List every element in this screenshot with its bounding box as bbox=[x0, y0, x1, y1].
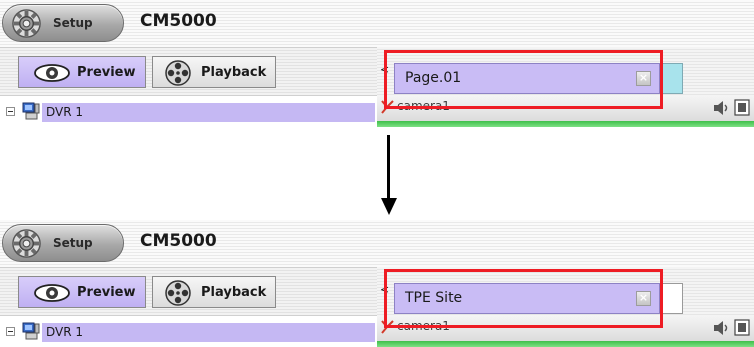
next-page-tab[interactable] bbox=[661, 63, 683, 94]
preview-button[interactable]: Preview bbox=[18, 56, 146, 88]
next-page-tab[interactable] bbox=[661, 283, 683, 314]
eye-icon bbox=[34, 64, 70, 82]
playback-button[interactable]: Playback bbox=[152, 56, 276, 88]
title-bar: Setup CM5000 bbox=[0, 0, 754, 47]
setup-button[interactable]: Setup bbox=[2, 224, 124, 262]
highlight-box bbox=[384, 269, 663, 328]
gear-icon bbox=[12, 9, 41, 38]
tree-item-dvr-1[interactable]: DVR 1 bbox=[42, 103, 375, 122]
preview-label: Preview bbox=[77, 285, 136, 300]
preview-label: Preview bbox=[77, 65, 136, 80]
film-reel-icon bbox=[165, 280, 191, 306]
tree-collapse-toggle[interactable] bbox=[6, 327, 15, 336]
film-reel-icon bbox=[165, 60, 191, 86]
highlight-box bbox=[384, 50, 663, 109]
mode-toolbar: Preview Playback bbox=[0, 267, 377, 315]
tree-item-label: DVR 1 bbox=[46, 325, 84, 339]
eye-icon bbox=[34, 284, 70, 302]
setup-label: Setup bbox=[53, 16, 93, 30]
preview-button[interactable]: Preview bbox=[18, 276, 146, 308]
setup-label: Setup bbox=[53, 236, 93, 250]
tree-collapse-toggle[interactable] bbox=[6, 107, 15, 116]
device-tree: DVR 1 bbox=[0, 95, 377, 127]
gear-icon bbox=[12, 229, 41, 258]
app-title: CM5000 bbox=[140, 231, 217, 251]
dvr-computer-icon bbox=[22, 322, 40, 340]
arrow-down-icon bbox=[387, 135, 390, 199]
app-title: CM5000 bbox=[140, 11, 217, 31]
tree-item-label: DVR 1 bbox=[46, 105, 84, 119]
mode-toolbar: Preview Playback bbox=[0, 47, 377, 95]
film-icon[interactable] bbox=[734, 319, 750, 336]
speaker-icon[interactable] bbox=[713, 320, 731, 336]
device-tree: DVR 1 bbox=[0, 315, 377, 347]
playback-label: Playback bbox=[201, 65, 267, 80]
status-bar-green bbox=[377, 341, 754, 347]
status-bar-green bbox=[377, 121, 754, 127]
dvr-computer-icon bbox=[22, 102, 40, 120]
playback-label: Playback bbox=[201, 285, 267, 300]
setup-button[interactable]: Setup bbox=[2, 4, 124, 42]
title-bar: Setup CM5000 bbox=[0, 220, 754, 267]
arrow-head bbox=[381, 198, 397, 215]
playback-button[interactable]: Playback bbox=[152, 276, 276, 308]
speaker-icon[interactable] bbox=[713, 100, 731, 116]
tree-item-dvr-1[interactable]: DVR 1 bbox=[42, 323, 375, 342]
film-icon[interactable] bbox=[734, 99, 750, 116]
